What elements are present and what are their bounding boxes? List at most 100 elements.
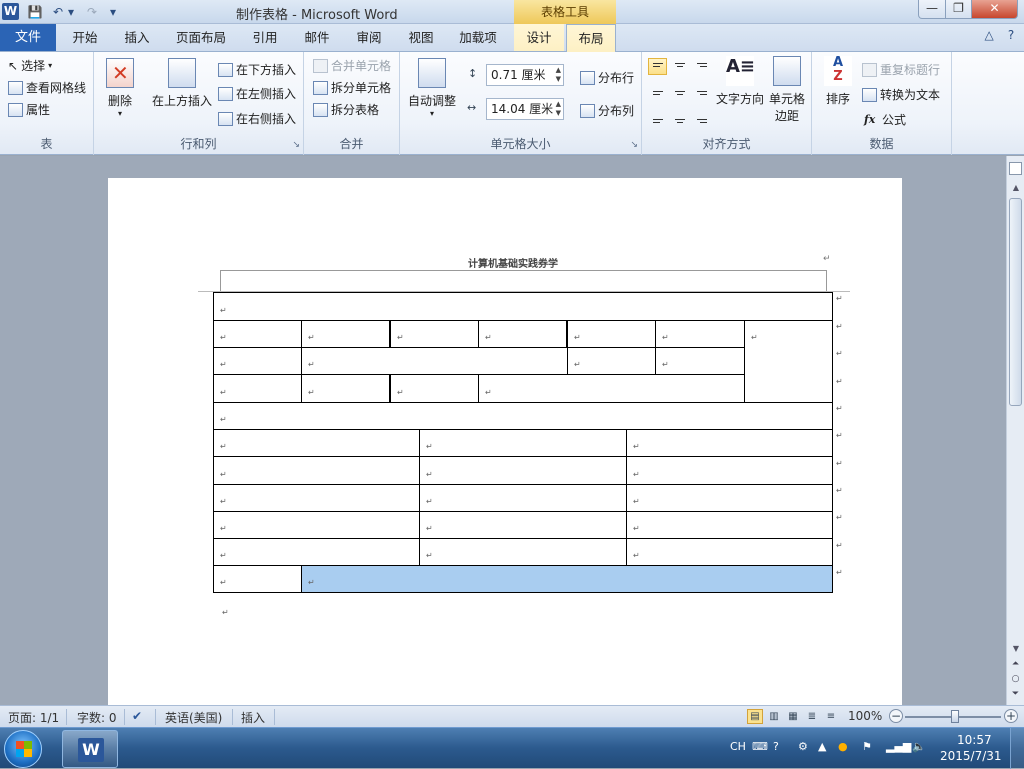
maximize-button[interactable]: ❐ (945, 0, 972, 19)
undo-dropdown-icon[interactable]: ▾ (66, 3, 76, 21)
table-cell[interactable]: ↵ (626, 456, 833, 485)
page-count[interactable]: 页面: 1/1 (8, 709, 59, 726)
insert-above-button[interactable]: 在上方插入 (150, 58, 214, 109)
web-layout-icon[interactable]: ▦ (785, 709, 801, 724)
table-cell[interactable]: ↵ (567, 347, 656, 375)
table-cell[interactable]: ↵ (655, 347, 745, 375)
table-cell[interactable]: ↵ (301, 347, 568, 375)
table-cell[interactable]: ↵ (478, 320, 567, 348)
distribute-columns-button[interactable]: 分布列 (580, 102, 634, 119)
align-bottom-left-icon[interactable] (648, 110, 667, 127)
minimize-button[interactable]: — (918, 0, 946, 19)
table-cell[interactable]: ↵ (626, 429, 833, 457)
undo-icon[interactable]: ↶ (50, 3, 66, 21)
table-cell[interactable]: ↵ (301, 320, 390, 348)
close-button[interactable]: ✕ (971, 0, 1018, 19)
scroll-up-icon[interactable]: ▲ (1009, 183, 1023, 192)
ruler-toggle-icon[interactable] (1009, 162, 1022, 175)
spin-arrows-icon[interactable]: ▲ ▼ (556, 66, 561, 84)
help-icon[interactable]: ? (1002, 28, 1020, 42)
draft-icon[interactable]: ≡ (823, 709, 839, 724)
repeat-header-rows-button[interactable]: 重复标题行 (862, 61, 940, 78)
table-cell[interactable]: ↵ (419, 429, 627, 457)
tab-layout[interactable]: 布局 (566, 24, 616, 52)
align-middle-center-icon[interactable] (670, 84, 689, 101)
table-cell[interactable]: ↵ (567, 320, 656, 348)
keyboard-icon[interactable]: ⌨ (752, 740, 768, 753)
table-cell[interactable]: ↵ (213, 429, 420, 457)
security-tray-icon[interactable]: ● (838, 740, 848, 753)
word-app-icon[interactable]: W (2, 3, 19, 20)
save-icon[interactable]: 💾 (27, 3, 43, 21)
dialog-launcher-icon[interactable]: ↘ (292, 140, 300, 150)
properties-button[interactable]: 属性 (8, 101, 50, 118)
table-cell[interactable]: ↵ (655, 320, 745, 348)
tab-page-layout[interactable]: 页面布局 (168, 24, 234, 51)
outline-icon[interactable]: ≣ (804, 709, 820, 724)
tab-mailings[interactable]: 邮件 (294, 24, 340, 51)
proofing-icon[interactable]: ✔ (132, 709, 142, 723)
document-page[interactable]: 计算机基础实践券学 ↵ ↵ ↵ ↵ ↵ ↵ ↵ ↵ ↵ ↵ ↵ ↵ ↵ ↵ ↵ … (108, 178, 902, 705)
insert-left-button[interactable]: 在左侧插入 (218, 85, 296, 102)
table-cell[interactable]: ↵ (213, 347, 302, 375)
cell-margins-button[interactable]: 单元格 边距 (766, 56, 808, 124)
clock-time[interactable]: 10:57 (957, 733, 992, 747)
network-icon[interactable]: ▂▄▆ (886, 740, 911, 753)
dialog-launcher-icon[interactable]: ↘ (630, 140, 638, 150)
insert-mode[interactable]: 插入 (241, 709, 265, 726)
print-layout-icon[interactable]: ▤ (747, 709, 763, 724)
scroll-down-icon[interactable]: ▼ (1009, 644, 1023, 653)
table-cell[interactable]: ↵ (390, 320, 479, 348)
next-page-icon[interactable]: ⏷ (1009, 689, 1022, 699)
align-bottom-right-icon[interactable] (692, 110, 711, 127)
tab-design[interactable]: 设计 (514, 24, 564, 51)
view-gridlines-button[interactable]: 查看网格线 (8, 79, 86, 96)
table-cell[interactable]: ↵ (213, 374, 302, 403)
table[interactable]: ↵ ↵ ↵ ↵ ↵ ↵ ↵ ↵ ↵ ↵ ↵ ↵ ↵ ↵ ↵ ↵ ↵ ↵ ↵ ↵ … (213, 292, 843, 593)
tab-insert[interactable]: 插入 (114, 24, 160, 51)
insert-right-button[interactable]: 在右侧插入 (218, 110, 296, 127)
sort-button[interactable]: AZ 排序 (818, 56, 858, 107)
minimize-ribbon-icon[interactable]: △ (980, 28, 998, 42)
table-cell[interactable]: ↵ (419, 511, 627, 539)
row-height-input[interactable]: 0.71 厘米 ▲ ▼ (486, 64, 564, 86)
tab-view[interactable]: 视图 (398, 24, 444, 51)
browse-object-icon[interactable]: ○ (1009, 674, 1022, 684)
split-table-button[interactable]: 拆分表格 (313, 101, 379, 118)
align-top-right-icon[interactable] (692, 58, 711, 75)
delete-button[interactable]: ✕ 删除 ▾ (102, 58, 138, 118)
full-screen-reading-icon[interactable]: ▥ (766, 709, 782, 724)
zoom-level[interactable]: 100% (848, 709, 882, 723)
table-cell[interactable]: ↵ (419, 484, 627, 512)
select-button[interactable]: ↖ 选择 ▾ (8, 57, 52, 74)
scroll-thumb[interactable] (1009, 198, 1022, 406)
tab-review[interactable]: 审阅 (346, 24, 392, 51)
vertical-scrollbar[interactable]: ▲ ▼ ⏶ ○ ⏷ (1006, 156, 1024, 705)
show-hidden-icons-icon[interactable]: ▲ (818, 740, 826, 753)
column-width-input[interactable]: 14.04 厘米 ▲ ▼ (486, 98, 564, 120)
table-cell[interactable]: ↵ (419, 456, 627, 485)
distribute-rows-button[interactable]: 分布行 (580, 69, 634, 86)
word-count[interactable]: 字数: 0 (77, 709, 117, 726)
zoom-slider-thumb[interactable] (951, 710, 959, 723)
table-cell[interactable]: ↵ (419, 538, 627, 566)
text-direction-button[interactable]: A≡ 文字方向 (714, 56, 766, 107)
spin-arrows-icon[interactable]: ▲ ▼ (556, 100, 561, 118)
table-cell[interactable]: ↵ (301, 374, 390, 403)
table-cell[interactable]: ↵ (626, 511, 833, 539)
previous-page-icon[interactable]: ⏶ (1009, 659, 1022, 669)
document-area[interactable]: 计算机基础实践券学 ↵ ↵ ↵ ↵ ↵ ↵ ↵ ↵ ↵ ↵ ↵ ↵ ↵ ↵ ↵ … (0, 156, 1006, 705)
split-cells-button[interactable]: 拆分单元格 (313, 79, 391, 96)
help-tray-icon[interactable]: ? (773, 740, 779, 753)
convert-to-text-button[interactable]: 转换为文本 (862, 86, 940, 103)
align-top-center-icon[interactable] (670, 58, 689, 75)
align-top-left-icon[interactable] (648, 58, 667, 75)
customize-qat-icon[interactable]: ▾ (105, 3, 121, 21)
autofit-button[interactable]: 自动调整 ▾ (404, 58, 460, 118)
table-cell[interactable]: ↵ (213, 402, 833, 430)
table-cell[interactable]: ↵ (626, 538, 833, 566)
table-cell[interactable]: ↵ (213, 565, 302, 593)
zoom-out-icon[interactable]: − (889, 709, 903, 723)
table-cell[interactable]: ↵ (390, 374, 479, 403)
language[interactable]: 英语(美国) (165, 709, 222, 726)
